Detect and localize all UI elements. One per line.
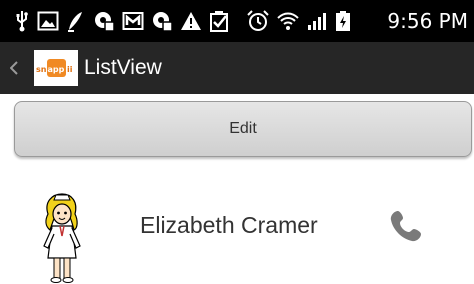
svg-text:app: app <box>48 65 65 74</box>
snappii-logo-icon: sn app ii <box>34 50 78 86</box>
battery-charging-icon <box>336 11 350 31</box>
list-item[interactable]: Elizabeth Cramer <box>0 184 474 284</box>
nurse-avatar <box>43 193 81 283</box>
status-bar: 9:56 PM <box>0 0 474 42</box>
edit-button[interactable]: Edit <box>14 101 472 157</box>
svg-text:ii: ii <box>67 65 73 74</box>
signal-icon <box>308 13 326 30</box>
gallery-icon <box>37 11 59 31</box>
mail-icon <box>122 12 144 30</box>
app-logo[interactable]: sn app ii <box>34 50 78 86</box>
usb-icon <box>16 11 28 32</box>
app-notification-icon <box>95 12 115 32</box>
wifi-icon <box>277 12 299 30</box>
status-icons <box>14 10 351 32</box>
chevron-left-icon <box>10 61 18 75</box>
alarm-icon <box>247 10 269 31</box>
svg-text:sn: sn <box>36 65 47 74</box>
clipboard-icon <box>210 11 228 32</box>
warning-icon <box>181 12 201 30</box>
contact-name: Elizabeth Cramer <box>140 212 318 238</box>
edit-icon <box>68 12 82 32</box>
phone-icon[interactable] <box>388 208 424 244</box>
action-bar: sn app ii ListView <box>0 42 474 94</box>
status-time: 9:56 PM <box>387 9 468 33</box>
page-title: ListView <box>84 56 162 79</box>
back-button[interactable] <box>10 42 26 94</box>
app-notification-icon <box>153 12 173 32</box>
